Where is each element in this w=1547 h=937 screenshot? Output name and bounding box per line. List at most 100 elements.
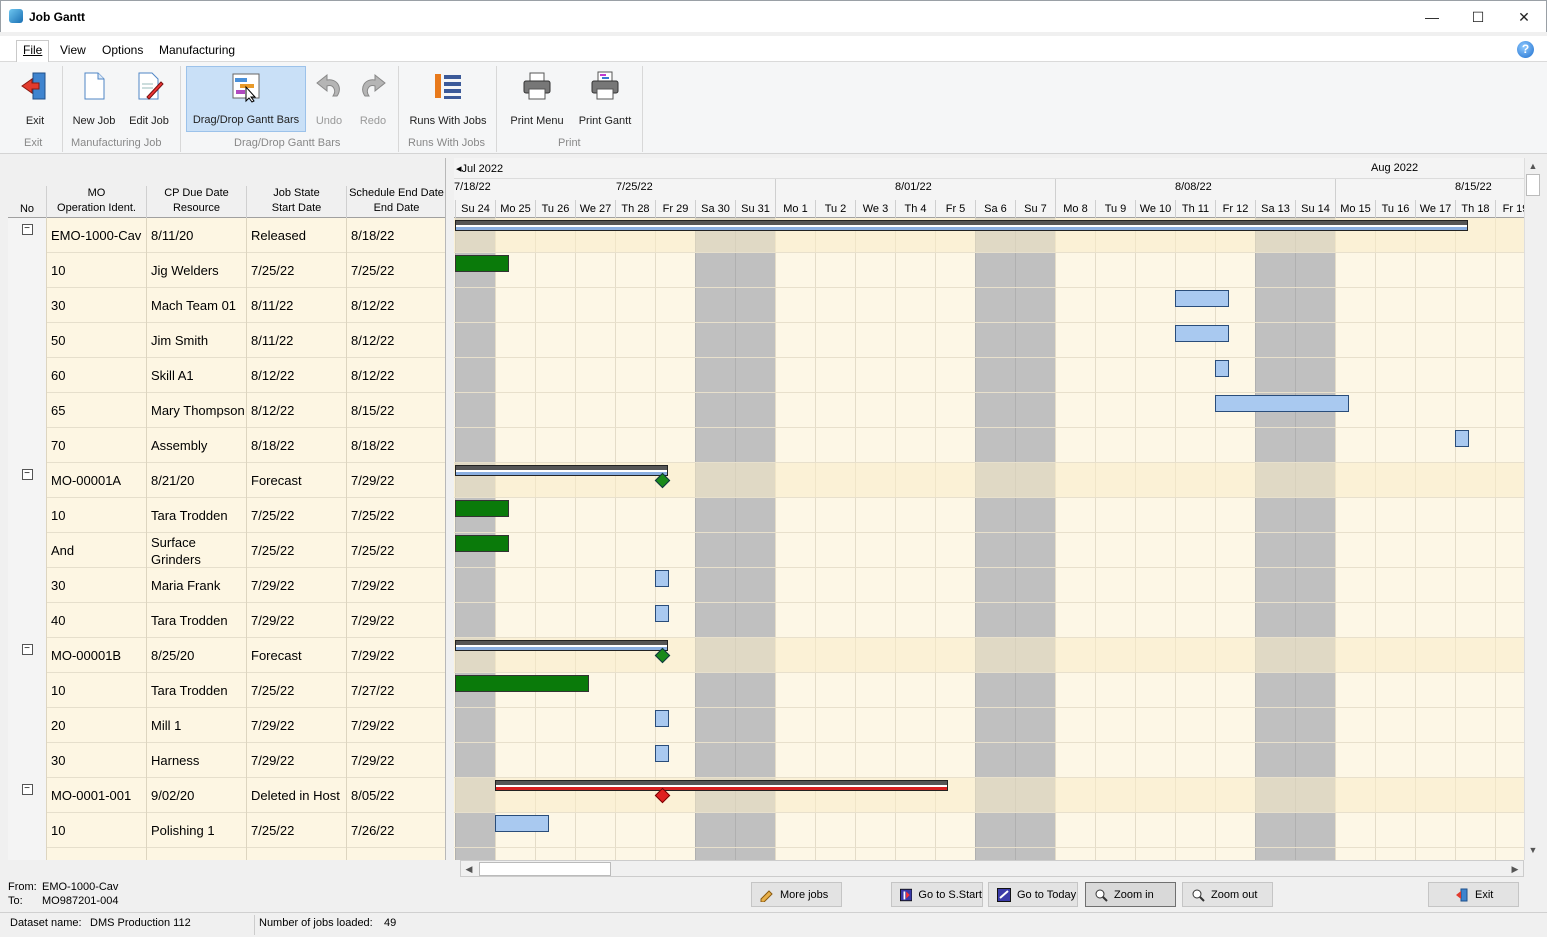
cell-c4[interactable]: 7/25/22 [346, 498, 445, 533]
header-state-start[interactable]: Job State Start Date [246, 186, 346, 218]
table-row[interactable]: 50 Jim Smith 8/11/22 8/12/22 [8, 323, 445, 358]
table-row[interactable]: 10 Polishing 1 7/25/22 7/26/22 [8, 813, 445, 848]
table-row[interactable]: 30 Mach Team 01 8/11/22 8/12/22 [8, 288, 445, 323]
gantt-chart[interactable]: ◂Jul 2022 Aug 2022 7/18/22 7/25/22 8/01/… [454, 158, 1524, 860]
operation-bar[interactable] [1215, 395, 1349, 412]
cell-c4[interactable]: 8/15/22 [346, 393, 445, 428]
cell-c1[interactable]: 65 [46, 393, 146, 428]
cell-c4[interactable]: 8/12/22 [346, 358, 445, 393]
runs-with-jobs-button[interactable]: Runs With Jobs [404, 66, 492, 132]
new-job-button[interactable]: New Job [68, 66, 120, 132]
cell-c2[interactable]: Tara Trodden [146, 603, 246, 638]
operation-bar[interactable] [1215, 360, 1229, 377]
cell-c4[interactable]: 7/29/22 [346, 708, 445, 743]
cell-c3[interactable]: 7/25/22 [246, 673, 346, 708]
table-row[interactable]: And Surface Grinders 7/25/22 7/25/22 [8, 533, 445, 568]
cell-c2[interactable] [146, 848, 246, 860]
table-row[interactable]: 70 Assembly 8/18/22 8/18/22 [8, 428, 445, 463]
cell-c3[interactable]: 7/29/22 [246, 568, 346, 603]
header-no[interactable]: No [8, 186, 46, 218]
cell-c3[interactable]: 8/18/22 [246, 428, 346, 463]
cell-c2[interactable]: Mach Team 01 [146, 288, 246, 323]
job-summary-bar[interactable] [455, 640, 668, 651]
cell-c4[interactable]: 7/29/22 [346, 638, 445, 673]
zoom-in-button[interactable]: Zoom in [1085, 882, 1176, 907]
operation-bar[interactable] [455, 255, 509, 272]
horizontal-scrollbar[interactable]: ◀ ▶ [460, 860, 1524, 877]
operation-bar[interactable] [1175, 290, 1229, 307]
cell-c1[interactable]: EMO-1000-Cav [46, 218, 146, 253]
cell-c3[interactable]: Forecast [246, 638, 346, 673]
operation-bar[interactable] [1455, 430, 1469, 447]
cell-c3[interactable]: 7/29/22 [246, 708, 346, 743]
cell-c2[interactable]: Surface Grinders [146, 533, 246, 568]
table-row[interactable]: 10 Tara Trodden 7/25/22 7/25/22 [8, 498, 445, 533]
cell-c3[interactable]: Forecast [246, 463, 346, 498]
table-row[interactable]: − MO-00001A 8/21/20 Forecast 7/29/22 [8, 463, 445, 498]
cell-c3[interactable]: 7/25/22 [246, 533, 346, 568]
header-mo-operation[interactable]: MO Operation Ident. [46, 186, 146, 218]
drag-drop-gantt-bars-button[interactable]: Drag/Drop Gantt Bars [186, 66, 306, 132]
operation-bar[interactable] [495, 815, 549, 832]
redo-button[interactable]: Redo [352, 66, 394, 132]
horizontal-scroll-thumb[interactable] [479, 862, 611, 876]
cell-c1[interactable]: 60 [46, 358, 146, 393]
exit-button[interactable]: Exit [10, 66, 60, 132]
cell-c1[interactable]: MO-0001-001 [46, 778, 146, 813]
cell-c1[interactable]: 30 [46, 288, 146, 323]
cell-c1[interactable]: 10 [46, 813, 146, 848]
minimize-button[interactable]: — [1409, 1, 1455, 33]
job-grid[interactable]: No MO Operation Ident. CP Due Date Resourc… [8, 158, 446, 860]
bottom-exit-button[interactable]: Exit [1428, 882, 1519, 907]
collapse-icon[interactable]: − [21, 784, 33, 795]
zoom-out-button[interactable]: Zoom out [1182, 882, 1273, 907]
cell-c4[interactable]: 7/26/22 [346, 813, 445, 848]
close-button[interactable]: ✕ [1501, 1, 1547, 33]
operation-bar[interactable] [1175, 325, 1229, 342]
cell-c3[interactable]: Released [246, 218, 346, 253]
go-to-start-button[interactable]: Go to S.Start [891, 882, 983, 907]
cell-c3[interactable]: 7/29/22 [246, 603, 346, 638]
scroll-up-icon[interactable]: ▲ [1525, 158, 1541, 174]
cell-c1[interactable]: And [46, 533, 146, 568]
cell-c2[interactable]: Skill A1 [146, 358, 246, 393]
cell-c2[interactable]: Tara Trodden [146, 498, 246, 533]
cell-c4[interactable]: 7/29/22 [346, 568, 445, 603]
header-due-resource[interactable]: CP Due Date Resource [146, 186, 246, 218]
cell-c1[interactable]: 70 [46, 428, 146, 463]
table-row[interactable]: 10 Jig Welders 7/25/22 7/25/22 [8, 253, 445, 288]
operation-bar[interactable] [655, 605, 669, 622]
maximize-button[interactable]: ☐ [1455, 1, 1501, 33]
cell-c4[interactable] [346, 848, 445, 860]
cell-c4[interactable]: 8/05/22 [346, 778, 445, 813]
cell-c3[interactable]: 7/25/22 [246, 253, 346, 288]
job-summary-bar[interactable] [495, 780, 948, 791]
cell-c2[interactable]: 8/11/20 [146, 218, 246, 253]
table-row[interactable]: 10 Tara Trodden 7/25/22 7/27/22 [8, 673, 445, 708]
cell-c1[interactable]: 30 [46, 743, 146, 778]
table-row[interactable]: − MO-0001-001 9/02/20 Deleted in Host 8/05/2… [8, 778, 445, 813]
print-menu-button[interactable]: Print Menu [504, 66, 570, 132]
collapse-icon[interactable]: − [21, 224, 33, 235]
menu-manufacturing[interactable]: Manufacturing [153, 41, 241, 59]
menu-file[interactable]: File [16, 40, 50, 62]
cell-c3[interactable]: 7/29/22 [246, 743, 346, 778]
cell-c1[interactable]: 10 [46, 673, 146, 708]
collapse-icon[interactable]: − [21, 469, 33, 480]
table-row[interactable] [8, 848, 445, 860]
table-row[interactable]: 40 Tara Trodden 7/29/22 7/29/22 [8, 603, 445, 638]
go-to-today-button[interactable]: Go to Today [988, 882, 1078, 907]
cell-c4[interactable]: 8/12/22 [346, 288, 445, 323]
table-row[interactable]: − EMO-1000-Cav 8/11/20 Released 8/18/22 [8, 218, 445, 253]
cell-c2[interactable]: 8/21/20 [146, 463, 246, 498]
cell-c2[interactable]: Mary Thompson [146, 393, 246, 428]
undo-button[interactable]: Undo [308, 66, 350, 132]
more-jobs-button[interactable]: More jobs [751, 882, 842, 907]
cell-c3[interactable]: 7/25/22 [246, 498, 346, 533]
cell-c1[interactable]: 30 [46, 568, 146, 603]
operation-bar[interactable] [655, 745, 669, 762]
cell-c4[interactable]: 7/27/22 [346, 673, 445, 708]
scroll-left-arrow-icon[interactable]: ◀ [461, 861, 477, 877]
cell-c3[interactable]: 8/11/22 [246, 288, 346, 323]
cell-c1[interactable]: MO-00001B [46, 638, 146, 673]
